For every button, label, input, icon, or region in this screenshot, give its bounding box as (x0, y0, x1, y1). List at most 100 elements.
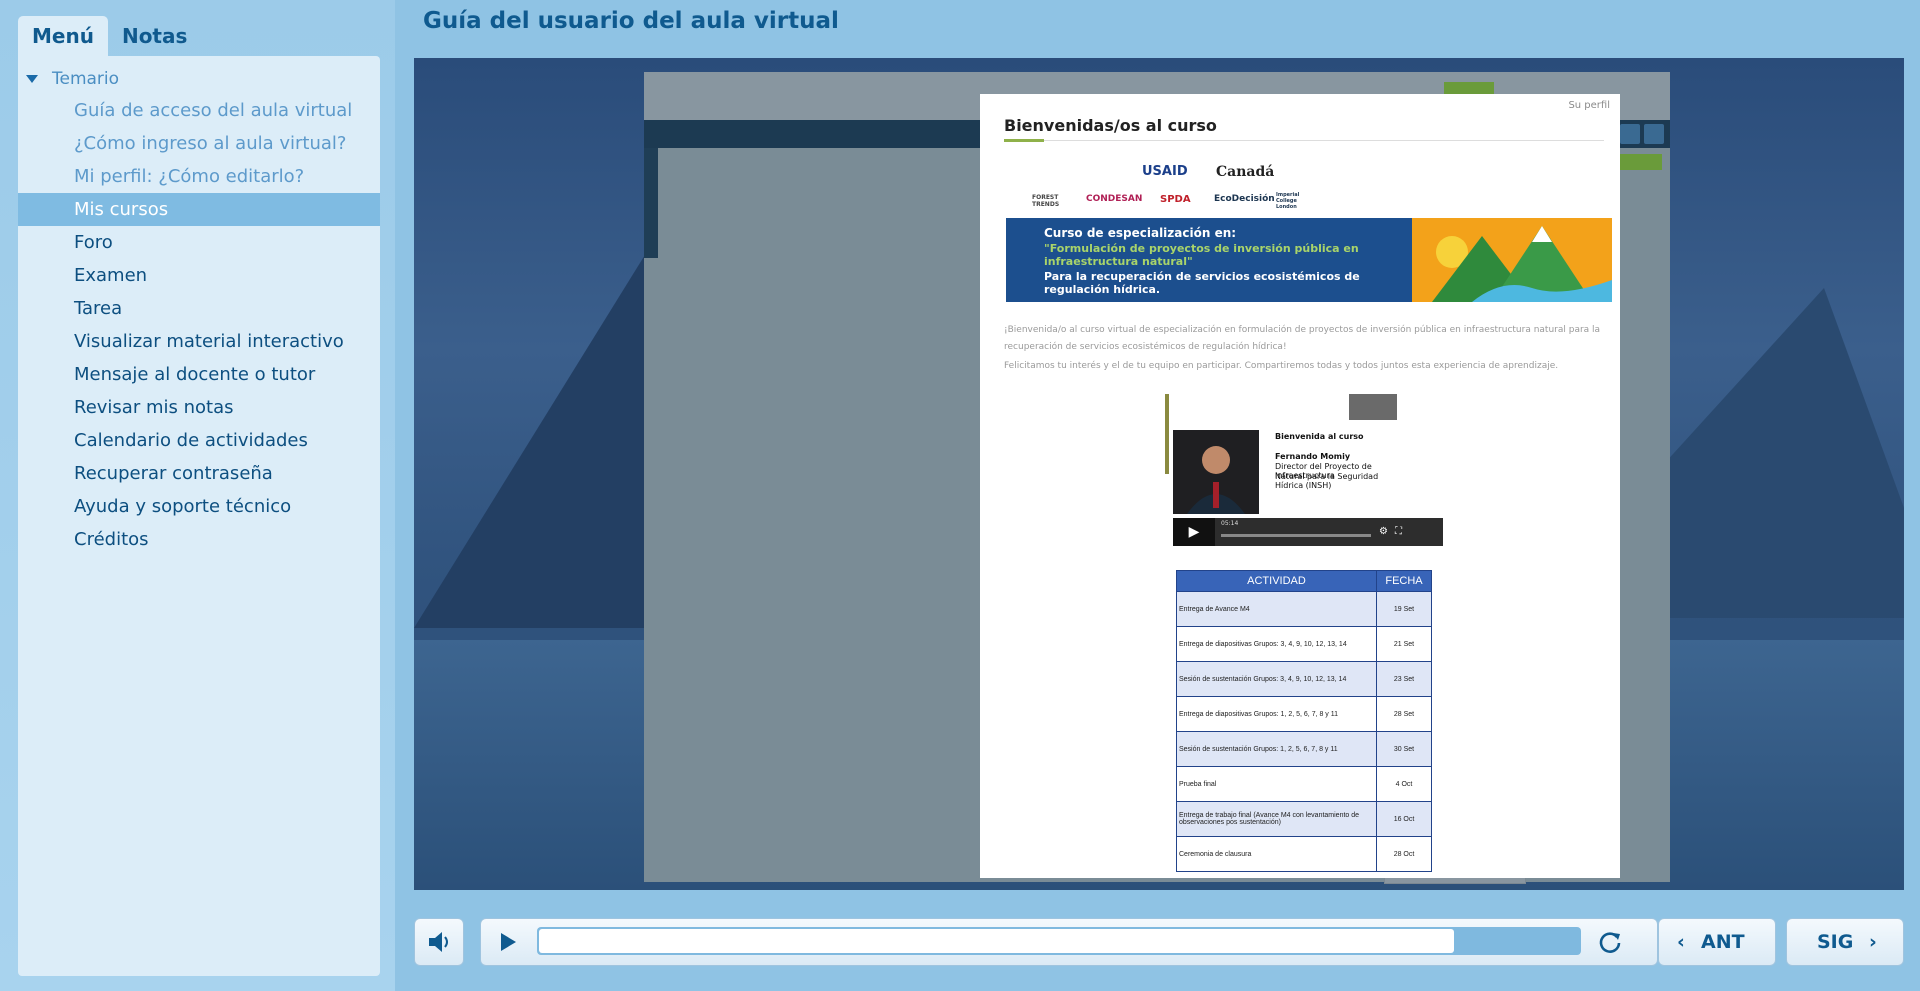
ecodecision-logo: EcoDecisión (1214, 194, 1275, 204)
table-row: Entrega de trabajo final (Avance M4 con … (1176, 801, 1432, 837)
volume-button[interactable] (414, 918, 464, 966)
table-header-row: ACTIVIDAD FECHA (1176, 570, 1432, 592)
condesan-logo: CONDESAN (1086, 194, 1143, 204)
activity-cell: Entrega de diapositivas Grupos: 1, 2, 5,… (1176, 696, 1377, 732)
usaid-logo: USAID (1142, 164, 1188, 179)
screenshot-side-tab (644, 148, 658, 258)
date-cell: 28 Set (1376, 696, 1432, 732)
sidebar: Menú Notas Temario Guía de acceso del au… (0, 0, 395, 991)
menu-item[interactable]: Recuperar contraseña (18, 457, 380, 490)
canada-logo: Canadá (1216, 164, 1275, 180)
activity-cell: Sesión de sustentación Grupos: 1, 2, 5, … (1176, 731, 1377, 767)
spda-logo: SPDA (1160, 194, 1191, 205)
welcome-paragraph: ¡Bienvenida/o al curso virtual de especi… (1004, 325, 1601, 352)
video-time: 05:14 (1221, 520, 1239, 527)
video-fullscreen-icon[interactable]: ⛶ (1395, 526, 1402, 537)
welcome-video[interactable]: Bienvenida al curso Fernando Momiy Direc… (1165, 394, 1443, 546)
video-timeline[interactable] (1221, 534, 1371, 537)
activity-cell: Entrega de trabajo final (Avance M4 con … (1176, 801, 1377, 837)
table-header-date: FECHA (1376, 570, 1432, 592)
date-cell: 19 Set (1376, 591, 1432, 627)
menu-item[interactable]: Visualizar material interactivo (18, 325, 380, 358)
video-accent-bar (1165, 394, 1169, 474)
menu-item[interactable]: ¿Cómo ingreso al aula virtual? (18, 127, 380, 160)
next-label: SIG (1817, 931, 1854, 953)
speaker-role-2: Natural para la Seguridad Hídrica (INSH) (1275, 472, 1379, 490)
page-title: Guía del usuario del aula virtual (423, 8, 839, 34)
screenshot-image: Su perfil Bienvenidas/os al curso USAID … (644, 72, 1670, 884)
video-title: Bienvenida al curso (1275, 432, 1364, 441)
screenshot-search-icon (1644, 124, 1664, 144)
video-play-button[interactable]: ▶ (1173, 518, 1215, 546)
play-icon[interactable] (501, 933, 516, 951)
video-thumbnail (1349, 394, 1397, 420)
menu-item[interactable]: Calendario de actividades (18, 424, 380, 457)
sidebar-tabs: Menú Notas (18, 16, 201, 56)
table-row: Entrega de Avance M4 19 Set (1176, 591, 1432, 627)
menu-items: Guía de acceso del aula virtual ¿Cómo ing… (18, 94, 380, 556)
congrats-paragraph: Felicitamos tu interés y el de tu equipo… (1004, 361, 1559, 371)
table-row: Prueba final 4 Oct (1176, 766, 1432, 802)
menu-item[interactable]: Examen (18, 259, 380, 292)
table-row: Entrega de diapositivas Grupos: 1, 2, 5,… (1176, 696, 1432, 732)
progress-track[interactable] (537, 927, 1581, 955)
imperial-college-logo: Imperial College London (1276, 192, 1300, 210)
banner-line-3: Para la recuperación de servicios ecosis… (1044, 270, 1360, 296)
menu-item[interactable]: Tarea (18, 292, 380, 325)
menu-item[interactable]: Mensaje al docente o tutor (18, 358, 380, 391)
next-button[interactable]: SIG › (1786, 918, 1904, 966)
speaker-name: Fernando Momiy (1275, 452, 1351, 461)
slide-stage: Su perfil Bienvenidas/os al curso USAID … (414, 58, 1904, 890)
menu-item[interactable]: Revisar mis notas (18, 391, 380, 424)
menu-item[interactable]: Foro (18, 226, 380, 259)
activity-cell: Prueba final (1176, 766, 1377, 802)
date-cell: 23 Set (1376, 661, 1432, 697)
activity-cell: Sesión de sustentación Grupos: 3, 4, 9, … (1176, 661, 1377, 697)
doc-user-link: Su perfil (1568, 100, 1610, 111)
previous-button[interactable]: ‹ ANT (1658, 918, 1776, 966)
activities-table: ACTIVIDAD FECHA Entrega de Avance M4 19 S… (1176, 570, 1432, 872)
date-cell: 28 Oct (1376, 836, 1432, 872)
menu-item[interactable]: Créditos (18, 523, 380, 556)
speaker-icon (429, 932, 448, 952)
tab-menu[interactable]: Menú (18, 16, 108, 56)
table-header-activity: ACTIVIDAD (1176, 570, 1377, 592)
video-settings-icon[interactable]: ⚙ (1379, 526, 1388, 537)
previous-label: ANT (1701, 931, 1745, 953)
date-cell: 30 Set (1376, 731, 1432, 767)
progress-fill (539, 929, 1454, 953)
table-body: Entrega de Avance M4 19 Set Entrega de dia… (1176, 591, 1432, 872)
tab-notes[interactable]: Notas (108, 16, 201, 56)
tree-root-label: Temario (52, 69, 120, 89)
replay-icon[interactable] (1597, 929, 1623, 955)
doc-heading: Bienvenidas/os al curso (1004, 116, 1217, 135)
activity-cell: Entrega de diapositivas Grupos: 3, 4, 9,… (1176, 626, 1377, 662)
mountains-illustration (1412, 218, 1612, 302)
forest-trends-logo: FOREST TRENDS (1032, 194, 1060, 208)
table-row: Sesión de sustentación Grupos: 1, 2, 5, … (1176, 731, 1432, 767)
speaker-photo (1173, 430, 1259, 514)
table-row: Ceremonia de clausura 28 Oct (1176, 836, 1432, 872)
tree-root-temario[interactable]: Temario (24, 64, 119, 94)
doc-accent-bar (1004, 139, 1044, 142)
menu-item[interactable]: Mi perfil: ¿Cómo editarlo? (18, 160, 380, 193)
menu-item[interactable]: Ayuda y soporte técnico (18, 490, 380, 523)
doc-divider (1004, 140, 1604, 141)
course-banner: Curso de especialización en: "Formulació… (1006, 218, 1412, 302)
banner-line-1: Curso de especialización en: (1044, 226, 1237, 240)
menu-item[interactable]: Mis cursos (18, 193, 380, 226)
date-cell: 21 Set (1376, 626, 1432, 662)
audio-player (480, 918, 1658, 966)
caret-down-icon[interactable] (26, 75, 38, 83)
banner-line-2: "Formulación de proyectos de inversión p… (1044, 242, 1359, 268)
screenshot-nav-icon (1620, 124, 1640, 144)
date-cell: 16 Oct (1376, 801, 1432, 837)
date-cell: 4 Oct (1376, 766, 1432, 802)
chevron-right-icon: › (1869, 931, 1877, 953)
menu-item[interactable]: Guía de acceso del aula virtual (18, 94, 380, 127)
table-row: Entrega de diapositivas Grupos: 3, 4, 9,… (1176, 626, 1432, 662)
video-controls: ▶ 05:14 ⚙ ⛶ (1173, 518, 1443, 546)
welcome-document: Su perfil Bienvenidas/os al curso USAID … (980, 94, 1620, 878)
activity-cell: Ceremonia de clausura (1176, 836, 1377, 872)
chevron-left-icon: ‹ (1677, 931, 1685, 953)
